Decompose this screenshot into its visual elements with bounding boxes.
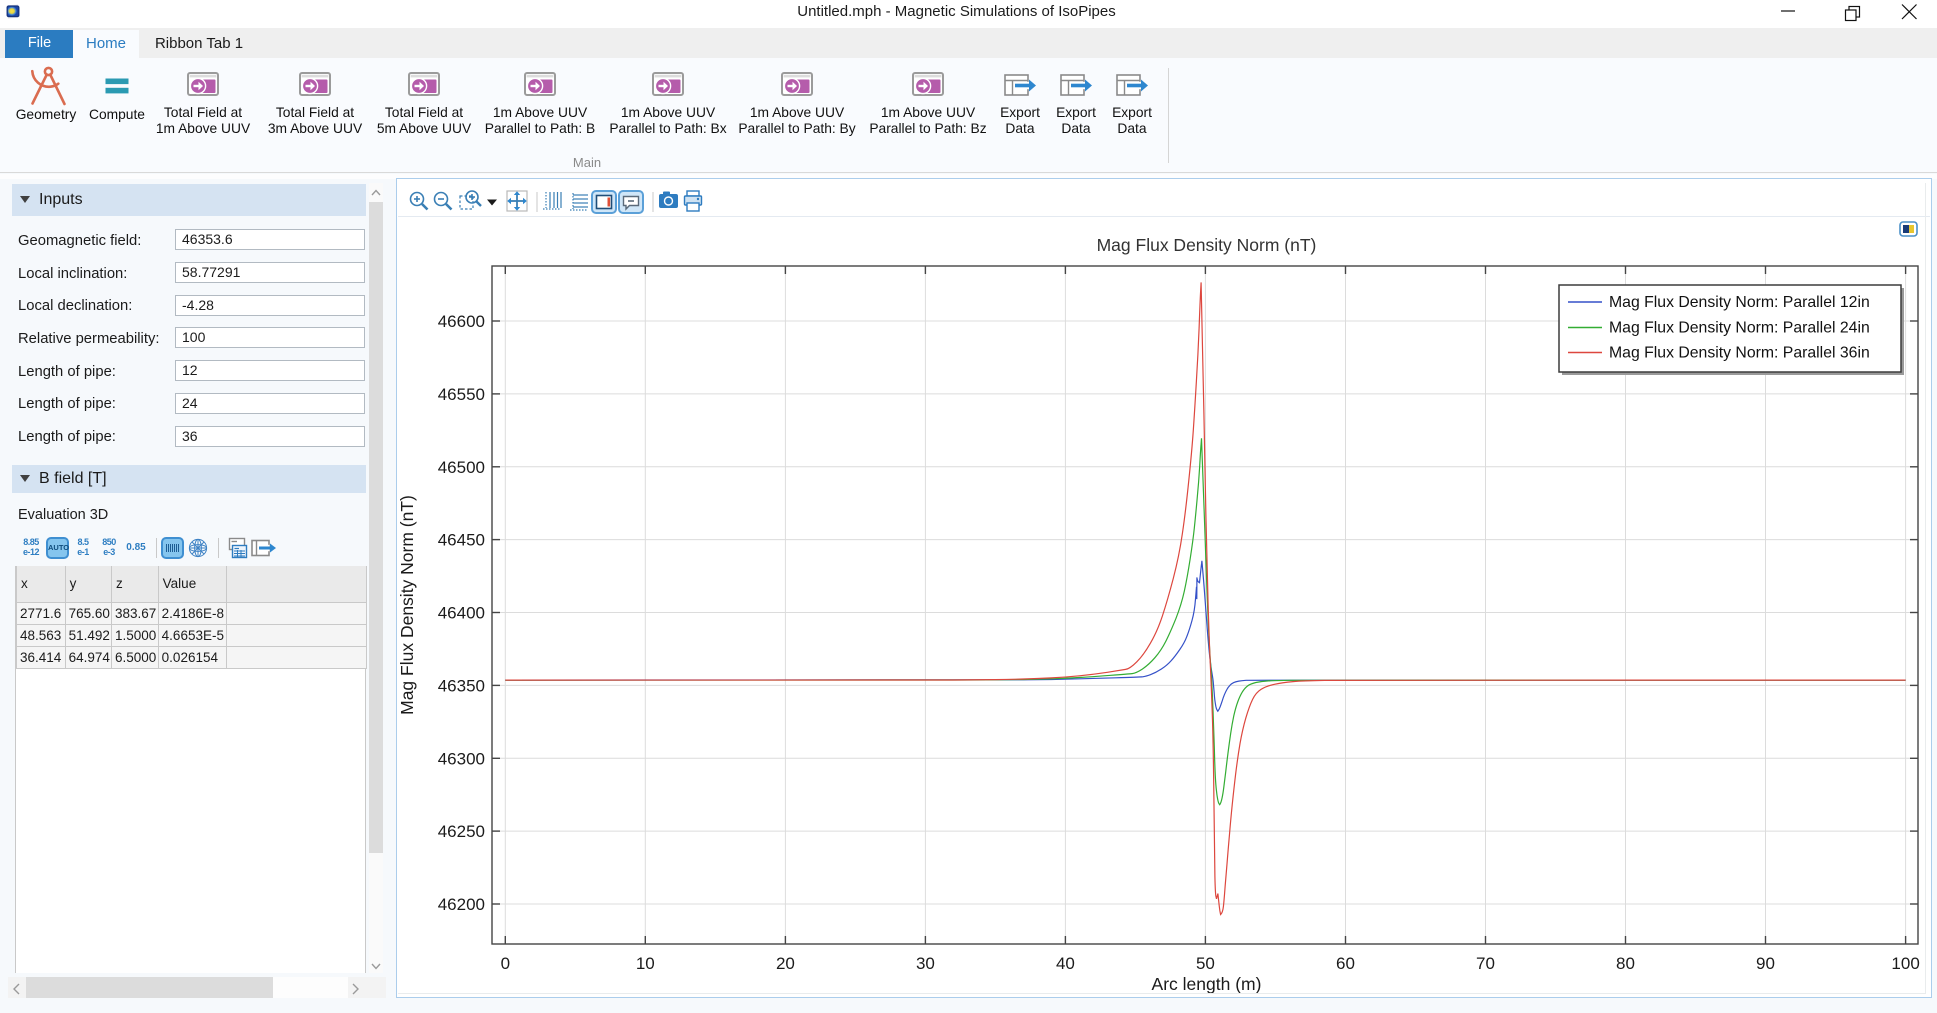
svg-text:46550: 46550 xyxy=(438,385,485,404)
svg-text:46450: 46450 xyxy=(438,531,485,550)
svg-text:Mag Flux Density Norm (nT): Mag Flux Density Norm (nT) xyxy=(1097,235,1317,255)
svg-text:80: 80 xyxy=(1616,954,1635,973)
svg-text:50: 50 xyxy=(1196,954,1215,973)
svg-text:46500: 46500 xyxy=(438,458,485,477)
svg-text:40: 40 xyxy=(1056,954,1075,973)
svg-text:60: 60 xyxy=(1336,954,1355,973)
svg-text:0: 0 xyxy=(501,954,510,973)
svg-text:30: 30 xyxy=(916,954,935,973)
svg-text:90: 90 xyxy=(1756,954,1775,973)
svg-text:46600: 46600 xyxy=(438,312,485,331)
svg-text:100: 100 xyxy=(1891,954,1919,973)
svg-text:Mag Flux Density Norm: Paralle: Mag Flux Density Norm: Parallel 36in xyxy=(1609,345,1870,362)
svg-text:46250: 46250 xyxy=(438,822,485,841)
svg-text:46350: 46350 xyxy=(438,676,485,695)
svg-text:Mag Flux Density Norm (nT): Mag Flux Density Norm (nT) xyxy=(397,495,417,715)
svg-text:Mag Flux Density Norm: Paralle: Mag Flux Density Norm: Parallel 24in xyxy=(1609,320,1870,337)
svg-text:46200: 46200 xyxy=(438,895,485,914)
svg-text:Mag Flux Density Norm: Paralle: Mag Flux Density Norm: Parallel 12in xyxy=(1609,294,1870,311)
svg-text:70: 70 xyxy=(1476,954,1495,973)
svg-text:46300: 46300 xyxy=(438,749,485,768)
svg-text:20: 20 xyxy=(776,954,795,973)
svg-text:10: 10 xyxy=(636,954,655,973)
svg-text:46400: 46400 xyxy=(438,604,485,623)
svg-text:Arc length (m): Arc length (m) xyxy=(1152,974,1262,994)
